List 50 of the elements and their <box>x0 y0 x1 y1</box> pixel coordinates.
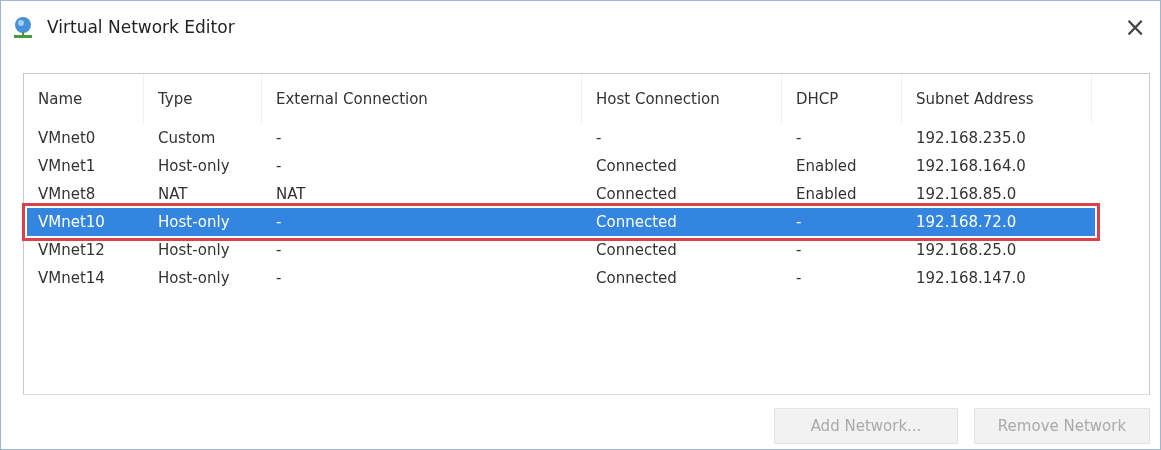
table-cell-text: Host-only <box>157 213 231 231</box>
table-cell-text: Enabled <box>795 185 858 203</box>
table-cell-text: 192.168.164.0 <box>915 157 1027 175</box>
table-row[interactable]: VMnet14 Host-only - Connected - 192.168.147.0 <box>27 264 1095 292</box>
table-row[interactable]: VMnet0 Custom - - - 192.168.235.0 <box>27 124 1095 152</box>
table-cell-text: - <box>595 129 603 147</box>
table-cell-text: - <box>795 129 803 147</box>
table-cell-text: 192.168.147.0 <box>915 269 1027 287</box>
table-cell-text: VMnet0 <box>37 129 97 147</box>
table-cell-text: Connected <box>595 157 678 175</box>
window-title: Virtual Network Editor <box>47 17 236 37</box>
table-cell-text: Host-only <box>157 241 231 259</box>
table-cell-text: - <box>275 241 283 259</box>
column-header[interactable]: Host Connection <box>582 74 782 124</box>
table-cell-text: 192.168.85.0 <box>915 185 1018 203</box>
table-cell-text: 192.168.235.0 <box>915 129 1027 147</box>
table-cell-text: - <box>275 157 283 175</box>
table-cell-text: Connected <box>595 213 678 231</box>
network-globe-icon <box>11 15 35 39</box>
column-header[interactable]: DHCP <box>782 74 902 124</box>
table-cell-text: 192.168.25.0 <box>915 241 1018 259</box>
table-cell-text: Connected <box>595 185 678 203</box>
column-header[interactable]: External Connection <box>262 74 582 124</box>
table-cell-text: - <box>275 213 283 231</box>
table-cell-text: Connected <box>595 269 678 287</box>
column-header[interactable]: Name <box>24 74 144 124</box>
column-header[interactable]: Type <box>144 74 262 124</box>
table-cell-text: Custom <box>157 129 217 147</box>
column-header[interactable]: Subnet Address <box>902 74 1092 124</box>
table-row[interactable]: VMnet8 NAT NAT Connected Enabled 192.168.85.0 <box>27 180 1095 208</box>
table-cell-text: NAT <box>275 185 307 203</box>
table-row[interactable]: VMnet1 Host-only - Connected Enabled 192.168.164.0 <box>27 152 1095 180</box>
table-cell-text: - <box>795 213 803 231</box>
table-cell-text: Connected <box>595 241 678 259</box>
table-cell-text: - <box>795 241 803 259</box>
table-cell-text: Enabled <box>795 157 858 175</box>
table-cell-text: - <box>275 269 283 287</box>
table-cell-text: VMnet1 <box>37 157 97 175</box>
table-cell-text: VMnet8 <box>37 185 97 203</box>
table-cell-text: - <box>795 269 803 287</box>
table-cell-text: Host-only <box>157 157 231 175</box>
table-cell-text: 192.168.72.0 <box>915 213 1018 231</box>
table-cell-text: VMnet14 <box>37 269 106 287</box>
table-cell-text: NAT <box>157 185 189 203</box>
table-cell-text: VMnet12 <box>37 241 106 259</box>
table-cell-text: - <box>275 129 283 147</box>
table-cell-text: VMnet10 <box>37 213 106 231</box>
table-cell-text: Host-only <box>157 269 231 287</box>
close-button[interactable]: × <box>1120 12 1150 42</box>
table-row[interactable]: VMnet12 Host-only - Connected - 192.168.25.0 <box>27 236 1095 264</box>
